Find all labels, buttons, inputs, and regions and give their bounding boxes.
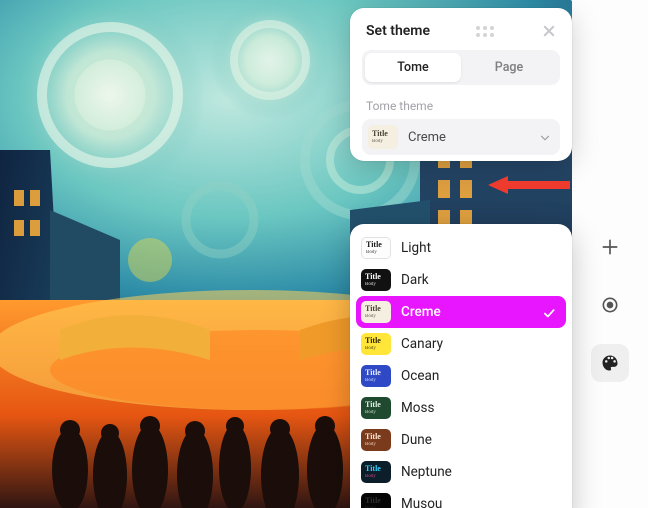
- tab-tome[interactable]: Tome: [365, 53, 461, 82]
- theme-swatch-icon: TitleBody: [361, 461, 391, 483]
- panel-title: Set theme: [366, 23, 430, 39]
- theme-swatch-icon: TitleBody: [361, 301, 391, 323]
- tab-page[interactable]: Page: [461, 53, 557, 82]
- theme-option-label: Musou: [401, 496, 442, 508]
- theme-swatch-icon: TitleBody: [361, 237, 391, 259]
- theme-select-value: Creme: [408, 130, 528, 145]
- check-icon: [542, 305, 556, 319]
- drag-handle-icon[interactable]: [476, 26, 494, 37]
- scope-segmented-control: Tome Page: [362, 50, 560, 85]
- theme-option-creme[interactable]: TitleBody Creme: [356, 296, 566, 328]
- theme-button[interactable]: [591, 344, 629, 382]
- theme-option-moss[interactable]: TitleBody Moss: [356, 392, 566, 424]
- theme-option-label: Canary: [401, 336, 443, 352]
- theme-swatch-icon: TitleBody: [361, 365, 391, 387]
- theme-swatch-icon: TitleBody: [361, 269, 391, 291]
- right-rail: [572, 0, 648, 508]
- section-label: Tome theme: [360, 97, 562, 119]
- theme-option-label: Neptune: [401, 464, 452, 480]
- theme-option-light[interactable]: TitleBody Light: [356, 232, 566, 264]
- theme-option-label: Dune: [401, 432, 432, 448]
- theme-option-dark[interactable]: TitleBody Dark: [356, 264, 566, 296]
- theme-option-label: Creme: [401, 304, 441, 320]
- theme-option-label: Dark: [401, 272, 429, 288]
- theme-option-neptune[interactable]: TitleBody Neptune: [356, 456, 566, 488]
- theme-option-label: Light: [401, 240, 431, 256]
- theme-option-ocean[interactable]: TitleBody Ocean: [356, 360, 566, 392]
- theme-option-label: Ocean: [401, 368, 439, 384]
- theme-swatch-icon: TitleBody: [361, 397, 391, 419]
- theme-option-canary[interactable]: TitleBody Canary: [356, 328, 566, 360]
- theme-option-musou[interactable]: TitleBody Musou: [356, 488, 566, 508]
- chevron-down-icon: [538, 130, 552, 144]
- theme-option-dune[interactable]: TitleBody Dune: [356, 424, 566, 456]
- theme-option-label: Moss: [401, 400, 434, 416]
- theme-swatch-icon: TitleBody: [361, 333, 391, 355]
- theme-dropdown: TitleBody Light TitleBody Dark TitleBody Crem…: [350, 224, 572, 508]
- record-button[interactable]: [591, 286, 629, 324]
- theme-swatch-icon: TitleBody: [361, 429, 391, 451]
- theme-select[interactable]: Title Body Creme: [362, 119, 560, 155]
- theme-swatch-icon: Title Body: [368, 125, 398, 149]
- close-icon[interactable]: [540, 22, 558, 40]
- theme-swatch-icon: TitleBody: [361, 493, 391, 508]
- set-theme-panel: Set theme Tome Page Tome theme Title Bod…: [350, 8, 572, 161]
- add-button[interactable]: [591, 228, 629, 266]
